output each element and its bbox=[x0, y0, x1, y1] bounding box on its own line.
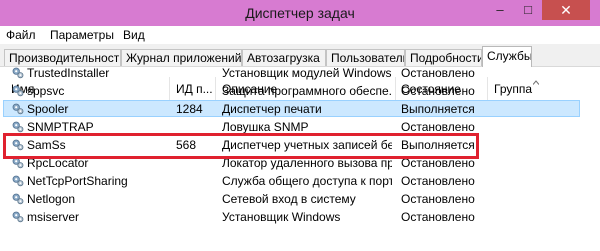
service-row[interactable]: Spooler 1284 Диспетчер печати Выполняется bbox=[0, 100, 600, 118]
service-group bbox=[494, 118, 574, 136]
service-description: Установщик модулей Windows bbox=[222, 66, 392, 80]
service-name: Spooler bbox=[27, 102, 69, 116]
service-pid bbox=[176, 172, 214, 190]
service-row[interactable]: TrustedInstaller Установщик модулей Windo… bbox=[0, 64, 600, 82]
menu-view[interactable]: Вид bbox=[123, 26, 145, 44]
service-group bbox=[494, 208, 574, 226]
service-row[interactable]: NetTcpPortSharing Служба общего доступа к… bbox=[0, 172, 600, 190]
service-group bbox=[494, 190, 574, 208]
maximize-button[interactable]: □ bbox=[514, 0, 542, 20]
service-name: Netlogon bbox=[27, 192, 76, 206]
minimize-button[interactable]: – bbox=[486, 0, 514, 20]
service-description: Диспетчер печати bbox=[222, 102, 322, 116]
service-pid bbox=[176, 208, 214, 226]
service-row[interactable]: Netlogon Сетевой вход в систему Остановлен… bbox=[0, 190, 600, 208]
service-gear-icon bbox=[12, 211, 24, 223]
menu-file[interactable]: Файл bbox=[6, 26, 36, 44]
service-description: Служба общего доступа к порт... bbox=[222, 174, 392, 188]
close-button[interactable]: ✕ bbox=[542, 0, 590, 20]
service-gear-icon bbox=[12, 121, 24, 133]
title-bar: Диспетчер задач – □ ✕ bbox=[0, 0, 600, 26]
service-pid bbox=[176, 64, 214, 82]
service-gear-icon bbox=[12, 85, 24, 97]
annotation-highlight-box bbox=[3, 133, 479, 159]
service-pid bbox=[176, 190, 214, 208]
service-group bbox=[494, 64, 574, 82]
service-status: Остановлено bbox=[401, 66, 475, 80]
service-name: msiserver bbox=[27, 210, 80, 224]
service-status: Выполняется bbox=[401, 102, 475, 116]
service-name: NetTcpPortSharing bbox=[27, 174, 128, 188]
service-status: Остановлено bbox=[401, 174, 475, 188]
service-group bbox=[494, 82, 574, 100]
service-row[interactable]: sppsvc Защита программного обеспе... Остан… bbox=[0, 82, 600, 100]
menu-options[interactable]: Параметры bbox=[50, 26, 114, 44]
service-description: Защита программного обеспе... bbox=[222, 84, 392, 98]
service-group bbox=[494, 154, 574, 172]
service-name: TrustedInstaller bbox=[27, 66, 110, 80]
service-pid bbox=[176, 82, 214, 100]
service-group bbox=[494, 172, 574, 190]
services-table: Имя ИД п... Описание Состояние Группа Tr… bbox=[0, 64, 600, 251]
service-status: Остановлено bbox=[401, 84, 475, 98]
service-row[interactable]: msiserver Установщик Windows Остановлено bbox=[0, 208, 600, 226]
service-name: sppsvc bbox=[27, 84, 65, 98]
menu-bar: Файл Параметры Вид bbox=[0, 26, 600, 44]
service-gear-icon bbox=[12, 175, 24, 187]
service-status: Остановлено bbox=[401, 210, 475, 224]
service-gear-icon bbox=[12, 193, 24, 205]
service-group bbox=[494, 100, 574, 118]
service-description: Установщик Windows bbox=[222, 210, 341, 224]
service-gear-icon bbox=[12, 67, 24, 79]
service-gear-icon bbox=[12, 103, 24, 115]
service-description: Сетевой вход в систему bbox=[222, 192, 356, 206]
service-pid: 1284 bbox=[176, 102, 203, 116]
service-status: Остановлено bbox=[401, 192, 475, 206]
service-group bbox=[494, 136, 574, 154]
